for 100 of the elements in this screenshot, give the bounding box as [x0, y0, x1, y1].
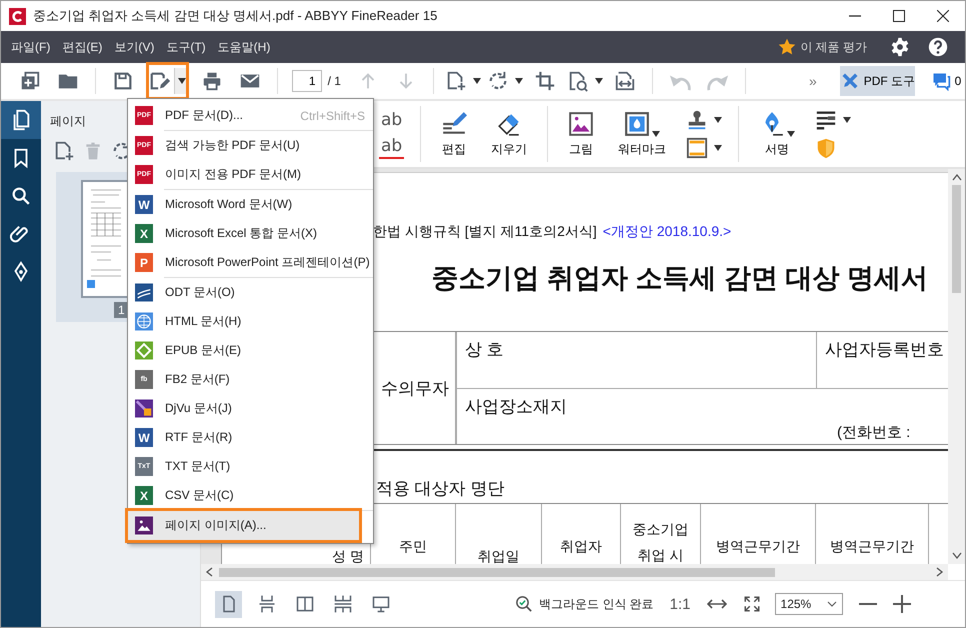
drop-frame-icon — [624, 110, 650, 136]
section-title: 적용 대상자 명단 — [376, 478, 504, 500]
menu-item[interactable]: 파일(F) — [5, 38, 56, 56]
scrollbar-thumb[interactable] — [219, 568, 775, 576]
window-title: 중소기업 취업자 소득세 감면 대상 명세서.pdf - ABBYY FineReader 15 — [33, 7, 438, 25]
caret-icon[interactable] — [714, 117, 722, 123]
menu-item[interactable]: X CSV 문서(C) — [128, 481, 373, 510]
redact-tool[interactable] — [815, 109, 852, 131]
document-title: 중소기업 취업자 소득세 감면 대상 명세서 — [431, 262, 928, 295]
file-type-icon — [135, 283, 153, 302]
minimize-icon[interactable] — [849, 15, 861, 17]
caret-icon[interactable] — [178, 78, 186, 84]
zoom-in-icon[interactable] — [892, 595, 911, 613]
settings-icon[interactable] — [890, 37, 910, 57]
panel-title: 페이지 — [50, 113, 86, 130]
scroll-pages-icon — [256, 594, 276, 614]
table-cell: 상 호 — [456, 332, 816, 389]
table-cell-text: (전화번호 : — [836, 423, 912, 442]
speech-bubble-icon — [930, 71, 951, 91]
scroll-right-icon[interactable] — [936, 567, 944, 577]
menu-item[interactable]: 편집(E) — [56, 38, 108, 56]
stamp-icon — [686, 109, 708, 131]
caret-icon[interactable] — [787, 130, 796, 136]
monitor-icon — [370, 594, 390, 614]
rail-button[interactable] — [1, 101, 41, 139]
header-footer-icon — [686, 137, 708, 159]
magnifier-check-icon — [515, 595, 533, 613]
floppy-icon — [112, 70, 134, 92]
horizontal-scrollbar[interactable] — [201, 564, 948, 580]
stamp-tool[interactable] — [686, 109, 722, 131]
shield-icon — [815, 137, 838, 159]
column-header: 병역근무기간 — [716, 538, 800, 555]
watermark-tool[interactable]: 워터마크 — [614, 110, 670, 158]
scroll-down-icon[interactable] — [952, 552, 962, 560]
menu-item[interactable]: 페이지 이미지(A)... — [128, 511, 359, 540]
insert-text-tool[interactable]: ab — [379, 110, 404, 130]
vertical-scrollbar[interactable] — [948, 169, 965, 564]
file-type-icon — [135, 341, 153, 360]
crop-icon — [534, 70, 556, 92]
two-pages-icon — [294, 594, 314, 614]
document-magnifier-icon — [567, 70, 590, 92]
edit-tool[interactable]: 편집 — [437, 110, 472, 158]
caret-icon[interactable] — [714, 145, 722, 151]
chevron-down-icon — [826, 601, 837, 607]
revision-note: <개정안 2018.10.9.> — [602, 223, 732, 239]
more-button[interactable]: » — [798, 66, 828, 96]
recognition-status: 백그라운드 인식 완료 — [539, 596, 654, 612]
file-type-icon: P — [135, 253, 153, 272]
caret-icon[interactable] — [843, 117, 852, 123]
app-logo-icon — [9, 8, 26, 24]
page-number-field[interactable]: 1 — [292, 70, 322, 92]
page-count: / 1 — [328, 74, 341, 88]
zoom-dropdown[interactable]: 125% — [774, 593, 843, 615]
two-pages-scroll-icon — [332, 594, 352, 614]
column-header: 성 명 — [332, 548, 364, 564]
column-header: 취업일 — [478, 548, 520, 564]
fit-width-icon[interactable] — [706, 599, 727, 609]
strikethrough-tool[interactable]: ab — [379, 136, 404, 158]
search-icon — [10, 185, 32, 207]
document-pen-icon — [148, 70, 171, 92]
maximize-icon[interactable] — [893, 10, 905, 22]
view-mode-button[interactable] — [215, 590, 242, 618]
page-plus-icon[interactable] — [53, 140, 75, 162]
file-type-icon — [135, 516, 153, 535]
column-header: 주민 — [399, 538, 427, 555]
form-reference: 한법 시행규칙 [별지 제11호의2서식] — [373, 223, 597, 239]
scroll-left-icon[interactable] — [205, 567, 213, 577]
caret-icon[interactable] — [652, 130, 660, 136]
lines-pen-icon — [441, 110, 468, 136]
rate-product-button[interactable]: 이 제품 평가 — [778, 38, 867, 56]
caret-icon[interactable] — [595, 78, 604, 84]
pdf-tools-button[interactable]: PDF 도구 — [840, 66, 915, 96]
scroll-up-icon[interactable] — [952, 173, 962, 181]
header-footer-tool[interactable] — [686, 137, 722, 159]
menu-item[interactable]: 도구(T) — [160, 38, 212, 56]
file-type-icon: W — [135, 195, 153, 214]
actual-size-button[interactable]: 1:1 — [670, 596, 691, 612]
menu-item[interactable]: 도움말(H) — [212, 38, 276, 56]
square-plus-icon — [19, 70, 41, 92]
help-icon[interactable] — [928, 37, 948, 57]
image-tool[interactable]: 그림 — [564, 110, 598, 158]
signature-tool[interactable]: 서명 — [755, 110, 800, 158]
erase-tool[interactable]: 지우기 — [487, 110, 532, 158]
file-type-icon: X — [135, 486, 153, 505]
star-icon — [778, 38, 796, 56]
caret-icon[interactable] — [472, 78, 481, 84]
column-header: 병역근무기간 — [830, 538, 914, 555]
rotate-icon — [487, 70, 510, 92]
file-type-icon: X — [135, 224, 153, 243]
fit-page-icon[interactable] — [742, 595, 761, 613]
menu-item[interactable]: 보기(V) — [108, 38, 160, 56]
scrollbar-thumb[interactable] — [952, 185, 961, 293]
column-header: 취업자 — [560, 538, 602, 555]
file-type-icon — [135, 312, 153, 331]
file-type-icon: W — [135, 428, 153, 447]
caret-icon[interactable] — [515, 78, 524, 84]
comments-button[interactable]: 0 — [930, 66, 961, 96]
close-icon[interactable] — [937, 10, 949, 22]
column-header: 중소기업 — [632, 521, 688, 538]
compare-icon — [614, 70, 636, 92]
